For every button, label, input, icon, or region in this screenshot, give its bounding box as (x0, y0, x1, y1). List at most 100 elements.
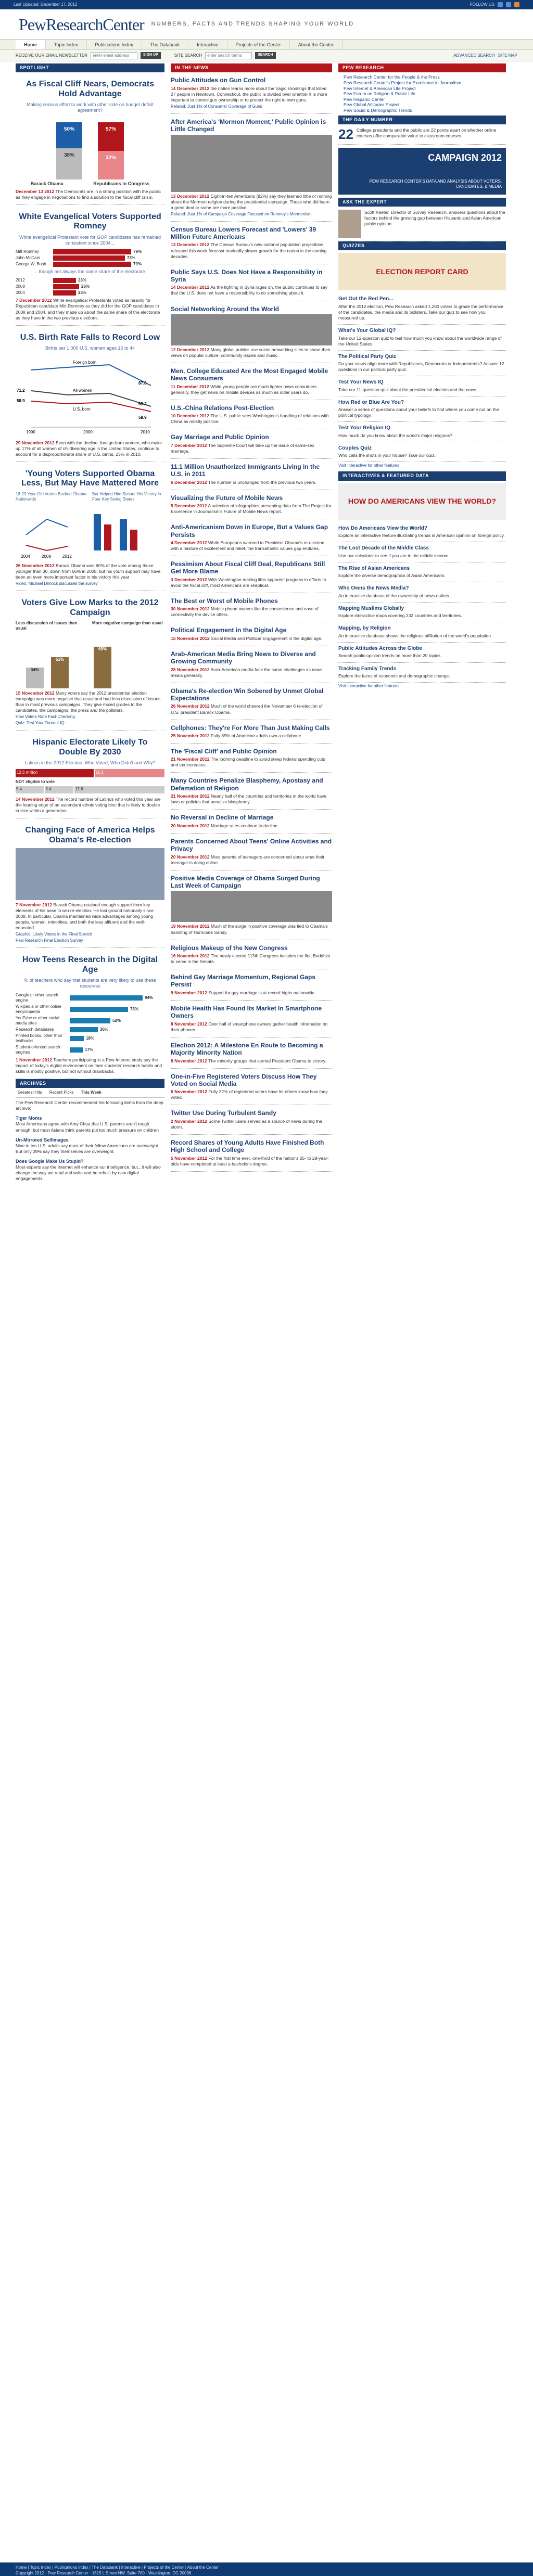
news-item: No Reversal in Decline of Marriage 20 Nov… (171, 810, 332, 834)
news-title[interactable]: Social Networking Around the World (171, 305, 332, 313)
email-field[interactable] (90, 52, 137, 59)
tab-home[interactable]: Home (16, 40, 46, 49)
campaign-marks-title[interactable]: Voters Give Low Marks to the 2012 Campai… (19, 598, 161, 618)
news-title[interactable]: Anti-Americanism Down in Europe, But a V… (171, 523, 332, 539)
tab-topic-index[interactable]: Topic Index (46, 40, 87, 49)
sitemap-link[interactable]: SITE MAP (498, 53, 517, 58)
news-title[interactable]: Pessimism About Fiscal Cliff Deal, Repub… (171, 560, 332, 575)
link-social[interactable]: Pew Social & Demographic Trends (344, 108, 506, 113)
quiz-title[interactable]: The Political Party Quiz (338, 354, 506, 361)
interactive-title[interactable]: How Do Americans View the World? (338, 526, 506, 532)
quiz-title[interactable]: How Red or Blue Are You? (338, 400, 506, 406)
news-title[interactable]: Obama's Re-election Win Sobered by Unmet… (171, 687, 332, 702)
interactive-title[interactable]: Mapping, by Religion (338, 625, 506, 632)
interactive-title[interactable]: Tracking Family Trends (338, 666, 506, 673)
rss-icon[interactable] (514, 2, 519, 7)
signup-button[interactable]: SIGN UP (140, 52, 161, 59)
election-report-card-image[interactable]: ELECTION REPORT CARD (338, 253, 506, 291)
search-button[interactable]: SEARCH (255, 52, 276, 59)
news-title[interactable]: Twitter Use During Turbulent Sandy (171, 1109, 332, 1117)
news-title[interactable]: No Reversal in Decline of Marriage (171, 814, 332, 821)
news-item: Census Bureau Lowers Forecast and 'Lower… (171, 222, 332, 264)
legend-us-born: U.S. born (73, 407, 91, 412)
campaign-2012-banner[interactable]: CAMPAIGN 2012 PEW RESEARCH CENTER'S DATA… (338, 147, 506, 195)
news-title[interactable]: Men, College Educated Are the Most Engag… (171, 367, 332, 382)
tab-greatest-hits[interactable]: Greatest Hits (18, 1090, 42, 1095)
link-people-press[interactable]: Pew Research Center for the People & the… (344, 74, 506, 80)
fact-check-link[interactable]: How Voters Rate Fact-Checking (16, 714, 164, 720)
news-date: 8 November 2012 (171, 1021, 207, 1027)
quiz-title[interactable]: Get Out the Red Pen... (338, 296, 506, 303)
birth-rate-title[interactable]: U.S. Birth Rate Falls to Record Low (19, 333, 161, 342)
teens-research-title[interactable]: How Teens Research in the Digital Age (19, 955, 161, 975)
news-title[interactable]: Political Engagement in the Digital Age (171, 626, 332, 634)
interactive-title[interactable]: Mapping Muslims Globally (338, 606, 506, 612)
young-voters-title[interactable]: 'Young Voters Supported Obama Less, But … (19, 469, 161, 489)
news-title[interactable]: Religious Makeup of the New Congress (171, 944, 332, 952)
hispanic-title[interactable]: Hispanic Electorate Likely To Double By … (19, 738, 161, 757)
news-title[interactable]: Election 2012: A Milestone En Route to B… (171, 1042, 332, 1057)
search-input[interactable] (205, 52, 252, 59)
news-title[interactable]: Gay Marriage and Public Opinion (171, 433, 332, 441)
interactive-title[interactable]: Who Owns the News Media? (338, 585, 506, 592)
news-title[interactable]: 11.1 Million Unauthorized Immigrants Liv… (171, 463, 332, 478)
fiscal-cliff-title[interactable]: As Fiscal Cliff Nears, Democrats Hold Ad… (19, 80, 161, 99)
news-title[interactable]: Record Shares of Young Adults Have Finis… (171, 1139, 332, 1154)
tab-publications-index[interactable]: Publications Index (87, 40, 142, 49)
quiz-title[interactable]: Test Your Religion IQ (338, 425, 506, 432)
evangelical-title[interactable]: White Evangelical Voters Supported Romne… (19, 212, 161, 232)
visit-interactive-link[interactable]: Visit Interactive for other features. (338, 463, 506, 468)
tab-this-week[interactable]: This Week (81, 1090, 101, 1095)
quiz-title[interactable]: Test Your News IQ (338, 379, 506, 386)
news-title[interactable]: Many Countries Penalize Blasphemy, Apost… (171, 777, 332, 792)
link-global[interactable]: Pew Global Attitudes Project (344, 102, 506, 108)
news-title[interactable]: The 'Fiscal Cliff' and Public Opinion (171, 748, 332, 755)
news-title[interactable]: Census Bureau Lowers Forecast and 'Lower… (171, 226, 332, 241)
video-link[interactable]: Video: Michael Dimock discusses the surv… (16, 581, 164, 586)
tab-about[interactable]: About the Center (290, 40, 342, 49)
twitter-icon[interactable] (506, 2, 511, 7)
news-related-link[interactable]: Related: Just 1% of Consumer Coverage of… (171, 104, 332, 109)
right-column: PEW RESEARCH Pew Research Center for the… (338, 63, 506, 1184)
news-title[interactable]: Visualizing the Future of Mobile News (171, 494, 332, 502)
link-religion[interactable]: Pew Forum on Religion & Public Life (344, 91, 506, 97)
link-internet[interactable]: Pew Internet & American Life Project (344, 86, 506, 92)
facebook-icon[interactable] (498, 2, 503, 7)
interactive-title[interactable]: Public Attitudes Across the Globe (338, 646, 506, 652)
news-item: Positive Media Coverage of Obama Surged … (171, 870, 332, 940)
link-hispanic[interactable]: Pew Hispanic Center (344, 97, 506, 102)
news-blurb: The minority groups that carried Preside… (208, 1058, 326, 1063)
news-title[interactable]: Behind Gay Marriage Momentum, Regional G… (171, 973, 332, 989)
news-title[interactable]: Public Says U.S. Does Not Have a Respons… (171, 268, 332, 284)
news-title[interactable]: Public Attitudes on Gun Control (171, 76, 332, 84)
quiz-item: Get Out the Red Pen... After the 2012 ele… (338, 293, 506, 325)
interactive-title[interactable]: The Lost Decade of the Middle Class (338, 545, 506, 552)
tab-recent-picks[interactable]: Recent Picks (49, 1090, 74, 1095)
news-title[interactable]: Parents Concerned About Teens' Online Ac… (171, 838, 332, 853)
tab-interactive[interactable]: Interactive (188, 40, 227, 49)
tab-databank[interactable]: The Databank (142, 40, 189, 49)
quiz-title[interactable]: What's Your Global IQ? (338, 328, 506, 335)
news-title[interactable]: The Best or Worst of Mobile Phones (171, 597, 332, 605)
americans-view-world-image[interactable]: HOW DO AMERICANS VIEW THE WORLD? (338, 483, 506, 520)
news-title[interactable]: Positive Media Coverage of Obama Surged … (171, 875, 332, 890)
link-journalism[interactable]: Pew Research Center's Project for Excell… (344, 80, 506, 86)
changing-face-title[interactable]: Changing Face of America Helps Obama's R… (19, 826, 161, 845)
quiz-title[interactable]: Couples Quiz (338, 445, 506, 452)
news-title[interactable]: Mobile Health Has Found Its Market In Sm… (171, 1005, 332, 1020)
spotlight-changing-face: Changing Face of America Helps Obama's R… (16, 818, 164, 949)
news-related-link[interactable]: Related: Just 1% of Campaign Coverage Fo… (171, 212, 332, 217)
tab-projects[interactable]: Projects of the Center (227, 40, 290, 49)
turnout-quiz-link[interactable]: Quiz: Test Your Turnout IQ (16, 721, 164, 726)
site-logo[interactable]: PewResearchCenter (19, 14, 145, 35)
interactive-title[interactable]: The Rise of Asian Americans (338, 566, 506, 572)
news-title[interactable]: U.S.-China Relations Post-Election (171, 404, 332, 412)
footer-links[interactable]: Home | Topic Index | Publications Index … (16, 2565, 517, 2570)
advanced-search-link[interactable]: ADVANCED SEARCH (453, 53, 494, 58)
news-title[interactable]: After America's 'Mormon Moment,' Public … (171, 118, 332, 133)
news-title[interactable]: Arab-American Media Bring News to Divers… (171, 650, 332, 665)
visit-interactive-link-2[interactable]: Visit Interactive for other features. (338, 684, 506, 689)
news-title[interactable]: Cellphones: They're For More Than Just M… (171, 724, 332, 732)
quiz-blurb: Take our 12-question quiz to test how mu… (338, 335, 502, 347)
news-title[interactable]: One-in-Five Registered Voters Discuss Ho… (171, 1073, 332, 1088)
